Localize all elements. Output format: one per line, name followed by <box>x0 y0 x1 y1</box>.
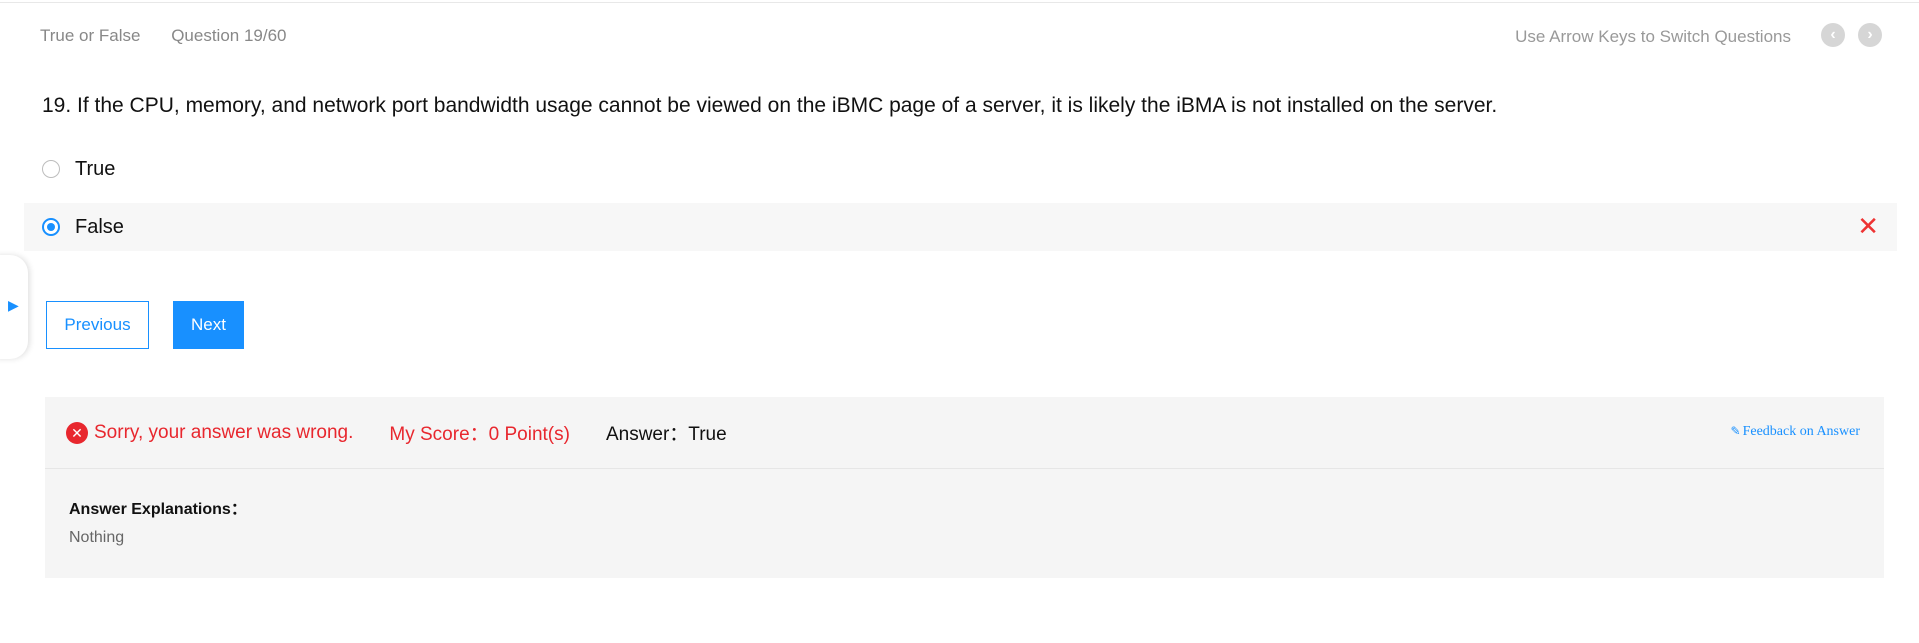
feedback-label: Feedback on Answer <box>1742 424 1860 439</box>
radio-true[interactable] <box>42 160 60 178</box>
previous-button[interactable]: Previous <box>46 301 149 349</box>
feedback-link[interactable]: ✎ Feedback on Answer <box>1731 424 1860 440</box>
option-label: False <box>75 215 124 238</box>
explanation-title: Answer Explanations： <box>69 501 247 518</box>
result-summary: ✕ Sorry, your answer was wrong. My Score… <box>45 397 1884 469</box>
chevron-left-icon[interactable]: ‹ <box>1821 23 1845 47</box>
question-counter: Question 19/60 <box>171 26 287 45</box>
side-drawer-handle[interactable]: ▶ <box>0 255 28 359</box>
wrong-answer-icon: ✕ <box>1857 211 1879 241</box>
option-label: True <box>75 157 116 180</box>
next-button[interactable]: Next <box>173 301 244 349</box>
question-type-label: True or False <box>40 26 141 45</box>
chevron-right-icon[interactable]: › <box>1858 23 1882 47</box>
option-true[interactable]: True <box>24 145 1897 193</box>
score-text: My Score：0 Point(s) <box>389 424 570 445</box>
top-divider <box>0 2 1919 3</box>
result-panel: ✕ Sorry, your answer was wrong. My Score… <box>45 397 1884 578</box>
question-text: 19. If the CPU, memory, and network port… <box>42 94 1498 117</box>
result-message: Sorry, your answer was wrong. <box>94 421 354 443</box>
option-false[interactable]: False ✕ <box>24 203 1897 251</box>
radio-false[interactable] <box>42 218 60 236</box>
edit-icon: ✎ <box>1730 424 1741 438</box>
error-circle-icon: ✕ <box>66 421 88 444</box>
play-arrow-icon: ▶ <box>8 297 19 313</box>
correct-answer-text: Answer：True <box>605 424 727 445</box>
question-header: True or False Question 19/60 <box>40 26 313 46</box>
keyboard-nav-hint: Use Arrow Keys to Switch Questions <box>1515 27 1791 46</box>
explanation-body: Nothing <box>69 529 125 546</box>
